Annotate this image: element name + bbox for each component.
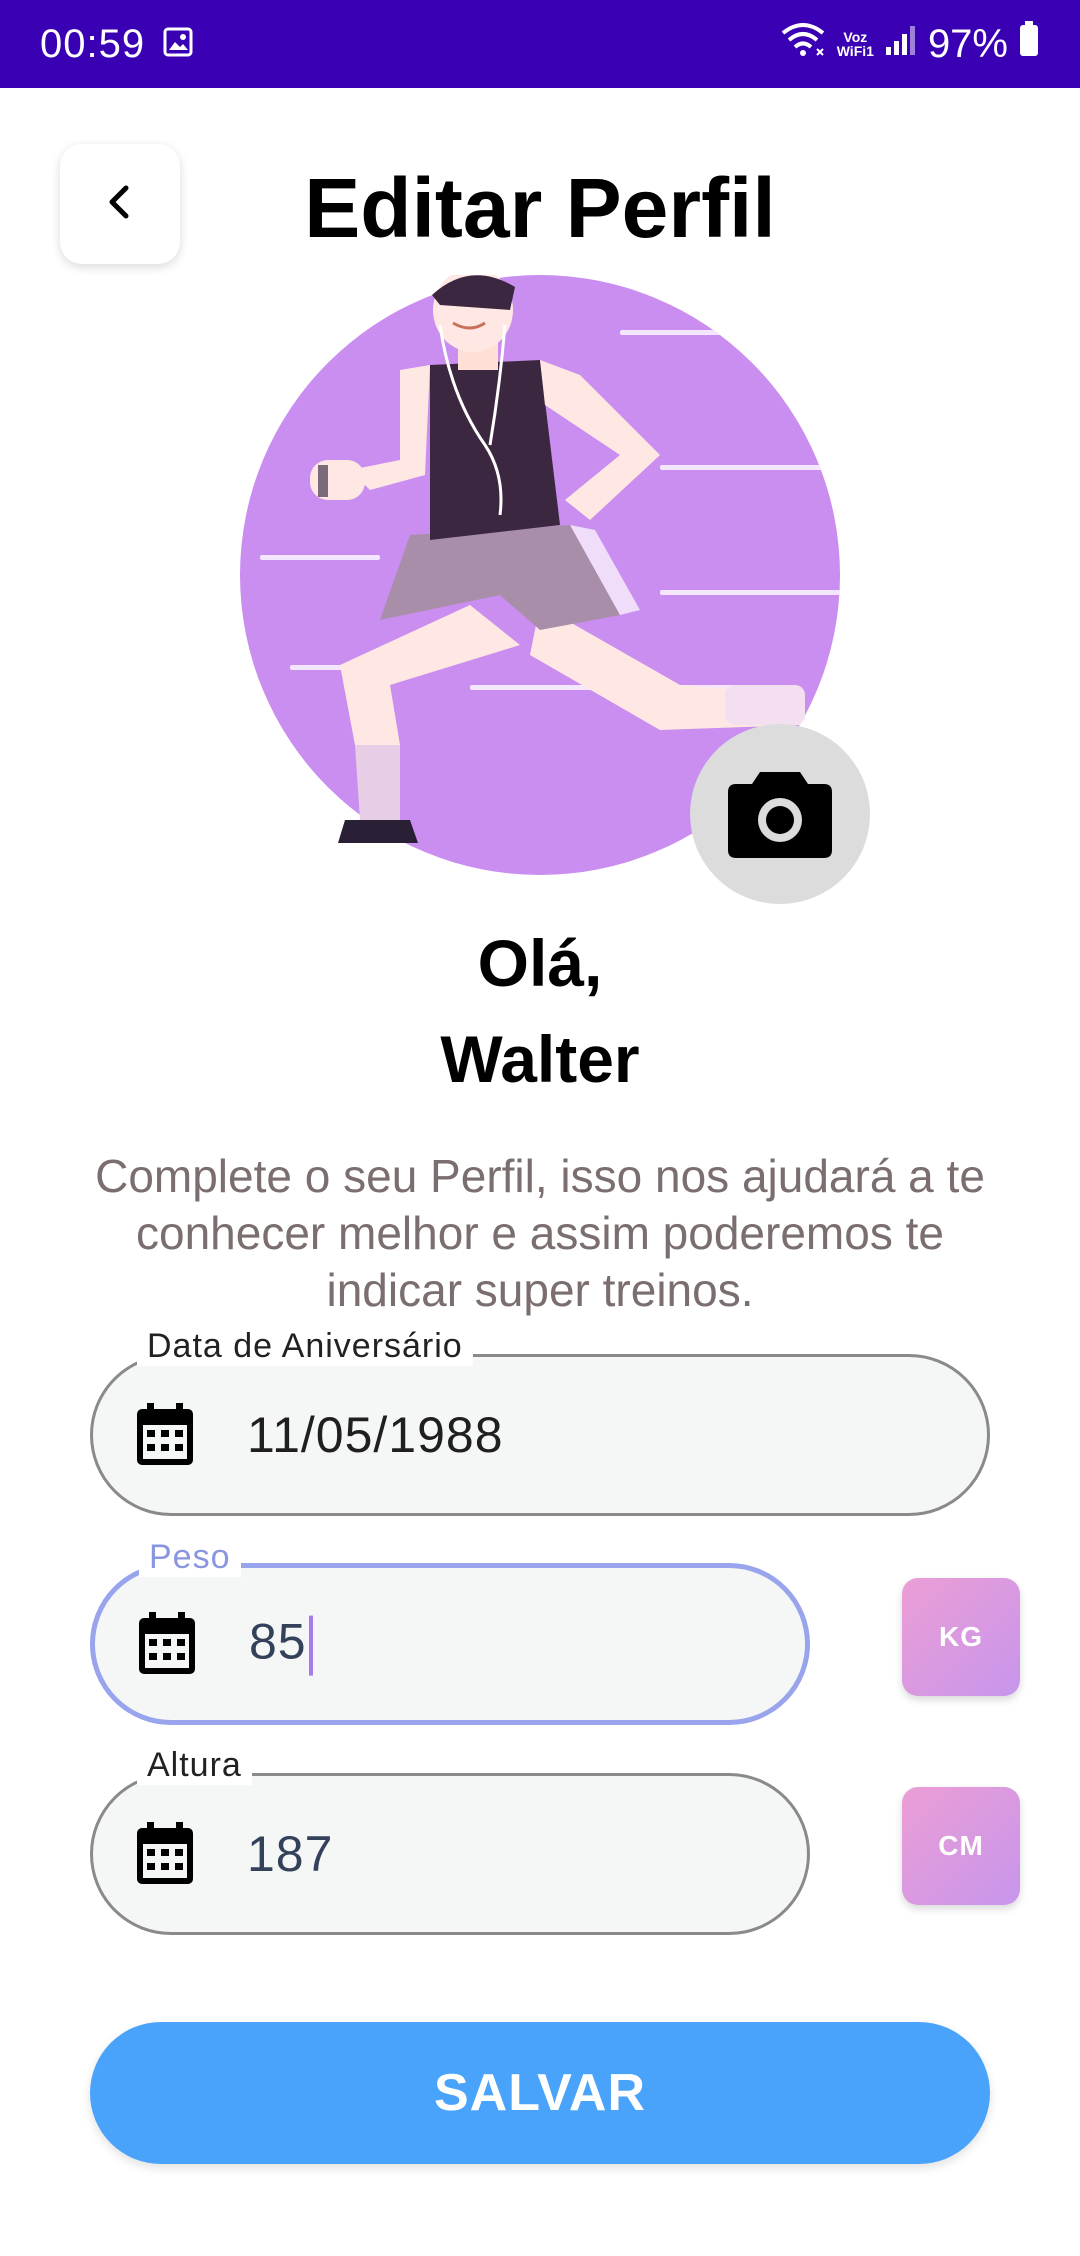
weight-field-label: Peso	[139, 1538, 241, 1577]
weight-unit-button[interactable]: KG	[902, 1578, 1020, 1696]
camera-icon	[728, 766, 832, 863]
wifi-icon	[779, 21, 827, 67]
birthday-field[interactable]: Data de Aniversário 11/05/1988	[90, 1327, 990, 1516]
calendar-icon	[135, 1403, 195, 1467]
calendar-icon	[135, 1822, 195, 1886]
vowifi-label-bottom: WiFi1	[836, 43, 874, 59]
battery-percent: 97%	[927, 21, 1008, 66]
greeting-name: Walter	[440, 1022, 640, 1096]
chevron-left-icon	[100, 182, 140, 227]
save-button[interactable]: SALVAR	[90, 2022, 990, 2164]
birthday-field-label: Data de Aniversário	[137, 1327, 473, 1366]
greeting-line-1: Olá,	[477, 926, 603, 1000]
height-unit-button[interactable]: CM	[902, 1787, 1020, 1905]
height-field-label: Altura	[137, 1746, 252, 1785]
weight-input[interactable]: 85	[249, 1613, 313, 1676]
vowifi-indicator: Voz WiFi1	[837, 30, 874, 58]
battery-icon	[1018, 20, 1040, 68]
weight-field[interactable]: Peso 85	[90, 1538, 810, 1725]
gallery-notification-icon	[163, 22, 193, 67]
status-bar: 00:59 Voz WiFi1 97%	[0, 0, 1080, 88]
status-time: 00:59	[40, 21, 146, 66]
change-photo-button[interactable]	[690, 724, 870, 904]
vowifi-label-top: Voz	[843, 29, 868, 45]
height-field[interactable]: Altura 187	[90, 1746, 810, 1935]
text-cursor	[308, 1615, 313, 1676]
profile-subtitle: Complete o seu Perfil, isso nos ajudará …	[95, 1150, 985, 1316]
birthday-input[interactable]: 11/05/1988	[247, 1406, 504, 1464]
signal-icon	[884, 22, 918, 67]
height-input[interactable]: 187	[247, 1825, 333, 1883]
greeting: Olá, Walter	[0, 915, 1080, 1107]
weight-value: 85	[249, 1613, 307, 1670]
calendar-icon	[137, 1612, 197, 1676]
back-button[interactable]	[60, 144, 180, 264]
